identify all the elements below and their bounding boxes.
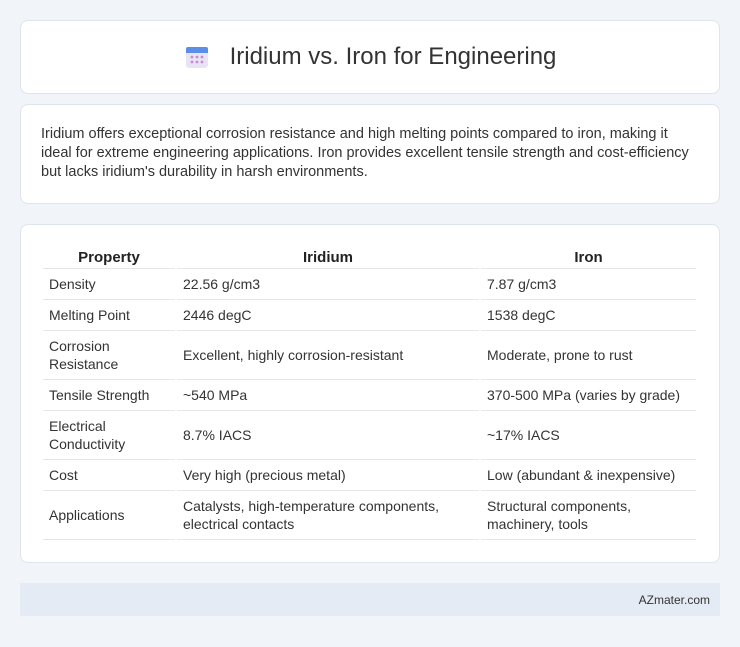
cell-property: Melting Point bbox=[43, 300, 175, 331]
cell-iron: 1538 degC bbox=[481, 300, 696, 331]
cell-iron: 370-500 MPa (varies by grade) bbox=[481, 380, 696, 411]
cell-iridium: ~540 MPa bbox=[177, 380, 479, 411]
header-iron: Iron bbox=[481, 245, 696, 269]
cell-iridium: 2446 degC bbox=[177, 300, 479, 331]
cell-property: Applications bbox=[43, 491, 175, 540]
cell-property: Cost bbox=[43, 460, 175, 491]
footer-site-name: AZmater.com bbox=[638, 592, 710, 607]
table-row: Density 22.56 g/cm3 7.87 g/cm3 bbox=[43, 269, 696, 300]
cell-iridium: 8.7% IACS bbox=[177, 411, 479, 460]
header-card: Iridium vs. Iron for Engineering bbox=[20, 20, 720, 94]
cell-iridium: Catalysts, high-temperature components, … bbox=[177, 491, 479, 540]
calendar-icon bbox=[184, 44, 210, 70]
cell-iron: Moderate, prone to rust bbox=[481, 331, 696, 380]
cell-iron: 7.87 g/cm3 bbox=[481, 269, 696, 300]
cell-iridium: Excellent, highly corrosion-resistant bbox=[177, 331, 479, 380]
title-wrap: Iridium vs. Iron for Engineering bbox=[184, 43, 557, 71]
comparison-table-card: Property Iridium Iron Density 22.56 g/cm… bbox=[20, 224, 720, 563]
footer-bar: AZmater.com bbox=[20, 583, 720, 616]
table-row: Melting Point 2446 degC 1538 degC bbox=[43, 300, 696, 331]
cell-property: Electrical Conductivity bbox=[43, 411, 175, 460]
cell-iron: Structural components, machinery, tools bbox=[481, 491, 696, 540]
table-header-row: Property Iridium Iron bbox=[43, 245, 696, 269]
page-title: Iridium vs. Iron for Engineering bbox=[229, 43, 557, 70]
cell-property: Tensile Strength bbox=[43, 380, 175, 411]
table-row: Tensile Strength ~540 MPa 370-500 MPa (v… bbox=[43, 380, 696, 411]
cell-property: Corrosion Resistance bbox=[43, 331, 175, 380]
table-row: Applications Catalysts, high-temperature… bbox=[43, 491, 696, 540]
cell-iron: Low (abundant & inexpensive) bbox=[481, 460, 696, 491]
header-property: Property bbox=[43, 245, 175, 269]
table-row: Electrical Conductivity 8.7% IACS ~17% I… bbox=[43, 411, 696, 460]
comparison-table: Property Iridium Iron Density 22.56 g/cm… bbox=[41, 245, 698, 540]
cell-iridium: 22.56 g/cm3 bbox=[177, 269, 479, 300]
summary-text: Iridium offers exceptional corrosion res… bbox=[41, 126, 689, 180]
cell-property: Density bbox=[43, 269, 175, 300]
table-row: Cost Very high (precious metal) Low (abu… bbox=[43, 460, 696, 491]
table-row: Corrosion Resistance Excellent, highly c… bbox=[43, 331, 696, 380]
cell-iridium: Very high (precious metal) bbox=[177, 460, 479, 491]
summary-card: Iridium offers exceptional corrosion res… bbox=[20, 104, 720, 204]
header-iridium: Iridium bbox=[177, 245, 479, 269]
cell-iron: ~17% IACS bbox=[481, 411, 696, 460]
